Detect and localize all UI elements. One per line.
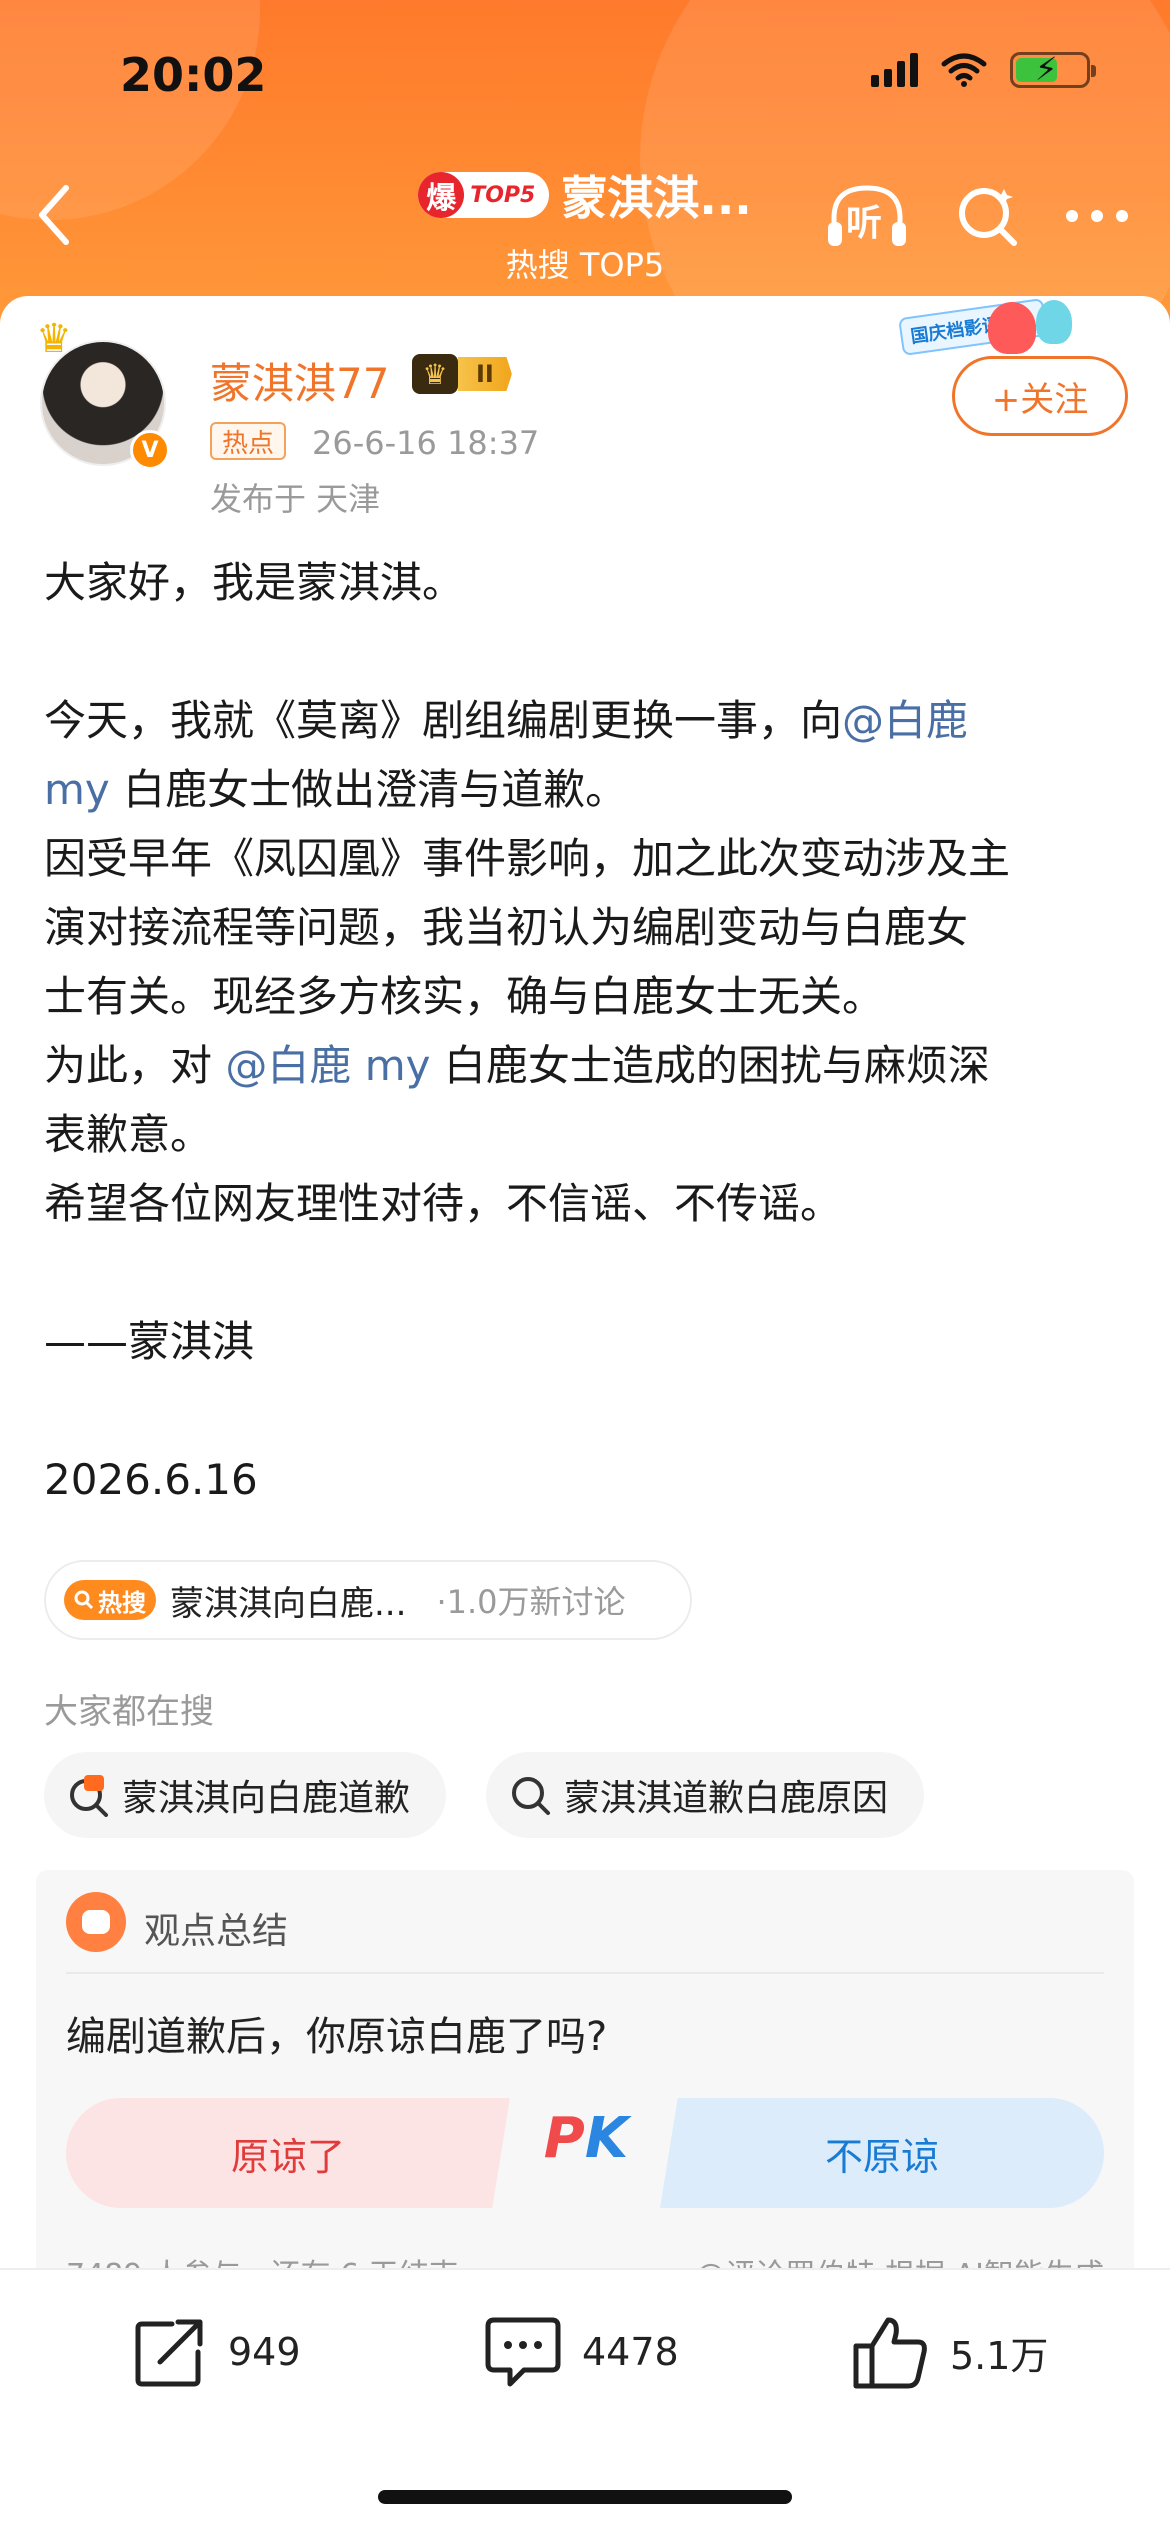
more-icon[interactable] xyxy=(1064,206,1130,226)
status-icons: ⚡ xyxy=(871,51,1096,88)
hot-rank-badge: 爆 TOP5 xyxy=(418,172,550,218)
member-level-badge[interactable]: ♛ II xyxy=(412,354,512,394)
related-search-text: 蒙淇淇向白鹿道歉 xyxy=(122,1778,411,1819)
post-line: 大家好，我是蒙淇淇。 xyxy=(44,558,465,607)
pk-label: PK xyxy=(543,2106,629,2171)
post-time: 26-6-16 18:37 xyxy=(312,424,540,462)
divider xyxy=(66,1972,1104,1974)
share-button[interactable]: 949 xyxy=(132,2314,301,2390)
comment-count: 4478 xyxy=(582,2330,679,2374)
like-button[interactable]: 5.1万 xyxy=(852,2314,1048,2390)
post-line: ——蒙淇淇 xyxy=(44,1317,255,1366)
post-line: 表歉意。 xyxy=(44,1110,213,1159)
cellular-signal-icon xyxy=(871,53,918,87)
post-line: 今天，我就《莫离》剧组编剧更换一事，向@白鹿 xyxy=(44,696,969,745)
post-line: 士有关。现经多方核实，确与白鹿女士无关。 xyxy=(44,972,885,1021)
hot-search-icon xyxy=(70,1775,108,1817)
wifi-icon xyxy=(941,53,987,87)
comment-icon xyxy=(485,2317,561,2387)
share-icon xyxy=(135,2319,203,2387)
like-count: 5.1万 xyxy=(950,2333,1049,2378)
post-location: 发布于 天津 xyxy=(210,480,381,518)
mention-link[interactable]: @白鹿 xyxy=(842,696,968,745)
share-count: 949 xyxy=(228,2330,301,2374)
member-level: II xyxy=(458,357,512,391)
listen-label: 听 xyxy=(846,203,883,244)
related-search-text: 蒙淇淇道歉白鹿原因 xyxy=(564,1778,889,1819)
robot-mascot-icon xyxy=(66,1892,126,1952)
hot-search-chip[interactable]: 热搜 蒙淇淇向白鹿... ·1.0万新讨论 xyxy=(44,1560,692,1640)
vote-not-forgive-button[interactable]: 不原谅 xyxy=(660,2098,1104,2208)
related-search-pill[interactable]: 蒙淇淇道歉白鹿原因 xyxy=(486,1752,925,1838)
opinion-summary-card: 观点总结 编剧道歉后，你原谅白鹿了吗? 原谅了 PK 不原谅 7489 人参与 … xyxy=(36,1870,1134,2300)
mascot-blue-icon xyxy=(1036,300,1072,344)
author-name[interactable]: 蒙淇淇77 xyxy=(210,350,389,411)
crown-icon: ♛ xyxy=(36,316,72,362)
post-line: 演对接流程等问题，我当初认为编剧变动与白鹿女 xyxy=(44,903,969,952)
vote-forgive-button[interactable]: 原谅了 xyxy=(66,2098,510,2208)
post-line: 为此，对 @白鹿 my 白鹿女士造成的困扰与麻烦深 xyxy=(44,1041,990,1090)
hot-search-topic: 蒙淇淇向白鹿... xyxy=(170,1583,407,1624)
follow-button[interactable]: +关注 xyxy=(952,356,1128,436)
hot-tag: 热点 xyxy=(210,422,287,460)
listen-button[interactable]: 听 xyxy=(824,180,910,252)
post-line xyxy=(44,1376,1134,1445)
hot-search-tag: 热搜 xyxy=(64,1580,156,1620)
post-body: 大家好，我是蒙淇淇。 今天，我就《莫离》剧组编剧更换一事，向@白鹿 my 白鹿女… xyxy=(44,548,1134,1514)
search-icon[interactable] xyxy=(954,183,1020,249)
related-search-pill[interactable]: 蒙淇淇向白鹿道歉 xyxy=(44,1752,447,1838)
verified-icon: V xyxy=(130,430,170,470)
post-line: 希望各位网友理性对待，不信谣、不传谣。 xyxy=(44,1179,843,1228)
thumbs-up-icon xyxy=(853,2317,927,2389)
search-small-icon xyxy=(74,1590,94,1610)
battery-icon: ⚡ xyxy=(1010,51,1096,88)
post-line: my 白鹿女士做出澄清与道歉。 xyxy=(44,765,628,814)
status-time: 20:02 xyxy=(120,48,267,102)
post-line: 因受早年《凤囚凰》事件影响，加之此次变动涉及主 xyxy=(44,834,1011,883)
search-icon xyxy=(512,1777,550,1815)
hot-rank-label: TOP5 xyxy=(470,182,536,208)
nav-actions: 听 xyxy=(824,180,1130,252)
hot-rank-fire-icon: 爆 xyxy=(418,172,465,218)
post-line xyxy=(44,1238,1134,1307)
hot-search-count: ·1.0万新讨论 xyxy=(436,1583,626,1621)
comment-button[interactable]: 4478 xyxy=(484,2314,679,2390)
mention-link[interactable]: @白鹿 my xyxy=(225,1041,430,1090)
pk-question: 编剧道歉后，你原谅白鹿了吗? xyxy=(66,2014,608,2060)
mascot-red-icon xyxy=(988,302,1036,354)
post-line xyxy=(44,617,1134,686)
summary-title: 观点总结 xyxy=(144,1911,289,1952)
crown-level-icon: ♛ xyxy=(412,354,458,394)
page-title: 蒙淇淇... xyxy=(561,171,752,225)
post-line: 2026.6.16 xyxy=(44,1455,258,1504)
home-indicator xyxy=(378,2490,792,2504)
mention-link[interactable]: my xyxy=(44,765,110,814)
related-search-label: 大家都在搜 xyxy=(44,1692,214,1732)
